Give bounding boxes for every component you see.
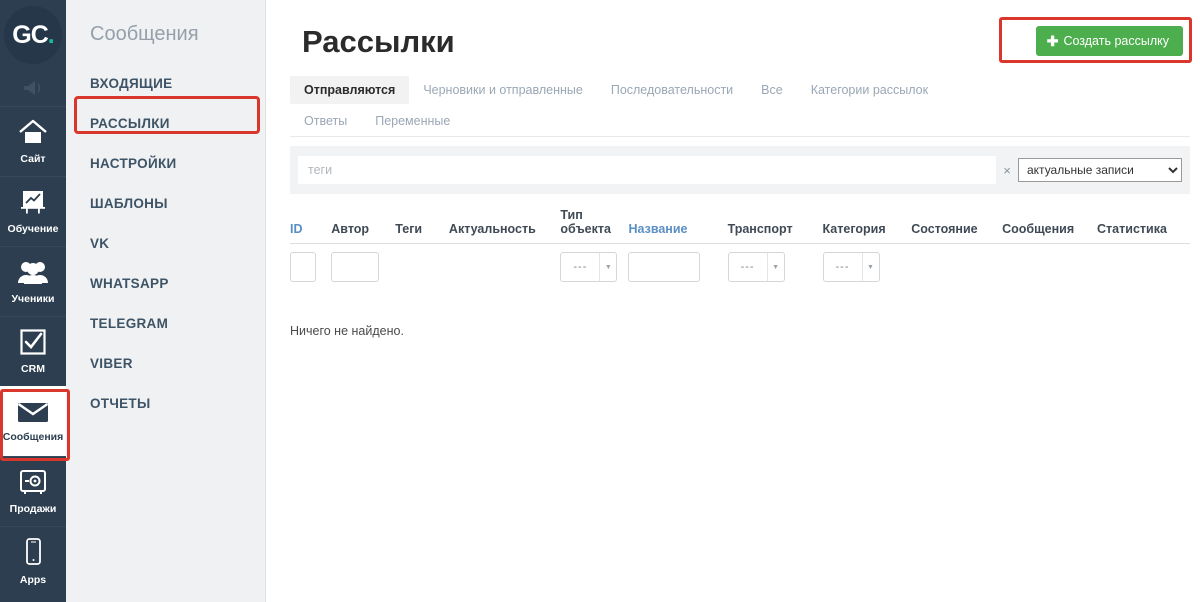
column-statistics[interactable]: Статистика <box>1097 208 1190 244</box>
logo-text-gc: GC <box>12 20 48 49</box>
megaphone-icon[interactable] <box>0 70 66 106</box>
cell-filter-author <box>331 244 395 293</box>
phone-icon <box>21 537 45 572</box>
chevron-down-icon: ▼ <box>766 253 784 281</box>
filter-object-type-value: --- <box>573 261 588 273</box>
sidebar-item-vk[interactable]: VK <box>66 224 265 264</box>
rail-label-crm: CRM <box>21 363 45 375</box>
primary-icon-rail: GC. Сайт Обучение Ученики CRM Сообщения … <box>0 0 70 602</box>
cell-filter-object-type: --- ▼ <box>560 244 628 293</box>
cell-filter-category: --- ▼ <box>822 244 912 293</box>
filter-category-select[interactable]: --- ▼ <box>822 252 880 282</box>
rail-label-sales: Продажи <box>9 503 57 515</box>
home-icon <box>17 118 49 151</box>
cell-filter-id <box>290 244 331 293</box>
logo-circle: GC. <box>4 6 62 64</box>
cell-filter-statistics <box>1097 244 1190 293</box>
filter-name-input[interactable] <box>628 252 701 282</box>
secondary-sidebar: Сообщения ВХОДЯЩИЕ РАССЫЛКИ НАСТРОЙКИ ША… <box>66 0 266 602</box>
rail-item-messages[interactable]: Сообщения <box>0 386 66 456</box>
logo-text-dot: . <box>47 20 55 49</box>
empty-state-message: Ничего не найдено. <box>290 324 404 338</box>
filter-id-input[interactable] <box>290 252 316 282</box>
chevron-down-icon: ▼ <box>861 253 879 281</box>
page-title: Рассылки <box>302 24 455 59</box>
filter-transport-select[interactable]: --- ▼ <box>727 252 785 282</box>
rail-label-apps: Apps <box>19 574 47 586</box>
rail-item-education[interactable]: Обучение <box>0 176 66 246</box>
chart-board-icon <box>17 188 49 221</box>
column-tags[interactable]: Теги <box>395 208 449 244</box>
rail-label-site: Сайт <box>20 153 46 165</box>
tab-mailing-categories[interactable]: Категории рассылок <box>797 76 942 104</box>
tab-sending[interactable]: Отправляются <box>290 76 410 104</box>
safe-icon <box>18 468 48 501</box>
tab-drafts-sent[interactable]: Черновики и отправленные <box>409 76 597 104</box>
rail-item-apps[interactable]: Apps <box>0 526 66 596</box>
tab-sequences[interactable]: Последовательности <box>597 76 747 104</box>
column-messages[interactable]: Сообщения <box>1002 208 1098 244</box>
tags-search-input[interactable] <box>298 156 996 184</box>
cell-filter-tags <box>395 244 449 293</box>
column-relevance[interactable]: Актуальность <box>448 208 561 244</box>
sidebar-item-whatsapp[interactable]: WHATSAPP <box>66 264 265 304</box>
filter-object-type-select[interactable]: --- ▼ <box>560 252 618 282</box>
filter-author-input[interactable] <box>331 252 380 282</box>
filter-transport-value: --- <box>740 261 755 273</box>
mailings-table: ID Автор Теги Актуальность Тип объекта Н… <box>290 208 1190 292</box>
users-icon <box>16 258 50 291</box>
filter-bar: × актуальные записи <box>290 146 1190 194</box>
table-header-row: ID Автор Теги Актуальность Тип объекта Н… <box>290 208 1190 244</box>
rail-item-crm[interactable]: CRM <box>0 316 66 386</box>
column-category[interactable]: Категория <box>822 208 912 244</box>
sidebar-item-viber[interactable]: VIBER <box>66 344 265 384</box>
cell-filter-name <box>628 244 727 293</box>
column-transport[interactable]: Транспорт <box>727 208 823 244</box>
tab-all[interactable]: Все <box>747 76 797 104</box>
envelope-icon <box>16 400 50 429</box>
tabs-row-primary: Отправляются Черновики и отправленные По… <box>290 76 1190 104</box>
cell-filter-messages <box>1002 244 1097 293</box>
column-object-type[interactable]: Тип объекта <box>560 208 629 244</box>
rail-label-education: Обучение <box>7 223 59 235</box>
table-filter-row: --- ▼ --- ▼ --- ▼ <box>290 244 1190 293</box>
sidebar-item-telegram[interactable]: TELEGRAM <box>66 304 265 344</box>
sidebar-item-reports[interactable]: ОТЧЕТЫ <box>66 384 265 424</box>
column-state[interactable]: Состояние <box>911 208 1003 244</box>
rail-label-students: Ученики <box>11 293 55 305</box>
column-author[interactable]: Автор <box>331 208 396 244</box>
sidebar-nav: ВХОДЯЩИЕ РАССЫЛКИ НАСТРОЙКИ ШАБЛОНЫ VK W… <box>66 64 265 424</box>
rail-item-site[interactable]: Сайт <box>0 106 66 176</box>
filter-category-value: --- <box>835 261 850 273</box>
main-content: Рассылки ✚ Создать рассылку Отправляются… <box>266 0 1200 602</box>
tabs-divider <box>290 136 1190 137</box>
app-logo[interactable]: GC. <box>0 0 66 70</box>
rail-label-messages: Сообщения <box>2 431 64 443</box>
sidebar-item-inbox[interactable]: ВХОДЯЩИЕ <box>66 64 265 104</box>
sidebar-item-mailings[interactable]: РАССЫЛКИ <box>66 104 265 144</box>
record-scope-select[interactable]: актуальные записи <box>1018 158 1182 182</box>
create-mailing-button[interactable]: ✚ Создать рассылку <box>1035 26 1183 56</box>
checkbox-icon <box>18 328 48 361</box>
rail-item-students[interactable]: Ученики <box>0 246 66 316</box>
column-name[interactable]: Название <box>628 208 728 244</box>
sidebar-item-settings[interactable]: НАСТРОЙКИ <box>66 144 265 184</box>
tabs-row-secondary: Ответы Переменные <box>290 107 464 135</box>
create-mailing-label: Создать рассылку <box>1063 34 1169 48</box>
clear-tags-icon[interactable]: × <box>996 163 1018 178</box>
sidebar-item-templates[interactable]: ШАБЛОНЫ <box>66 184 265 224</box>
column-id[interactable]: ID <box>290 208 332 244</box>
tab-variables[interactable]: Переменные <box>361 107 464 135</box>
plus-icon: ✚ <box>1046 33 1059 49</box>
app-root: GC. Сайт Обучение Ученики CRM Сообщения … <box>0 0 1200 602</box>
rail-item-sales[interactable]: Продажи <box>0 456 66 526</box>
cell-filter-relevance <box>449 244 560 293</box>
chevron-down-icon: ▼ <box>599 253 616 281</box>
tab-replies[interactable]: Ответы <box>290 107 361 135</box>
cell-filter-state <box>911 244 1002 293</box>
sidebar-title: Сообщения <box>90 23 199 45</box>
cell-filter-transport: --- ▼ <box>727 244 823 293</box>
